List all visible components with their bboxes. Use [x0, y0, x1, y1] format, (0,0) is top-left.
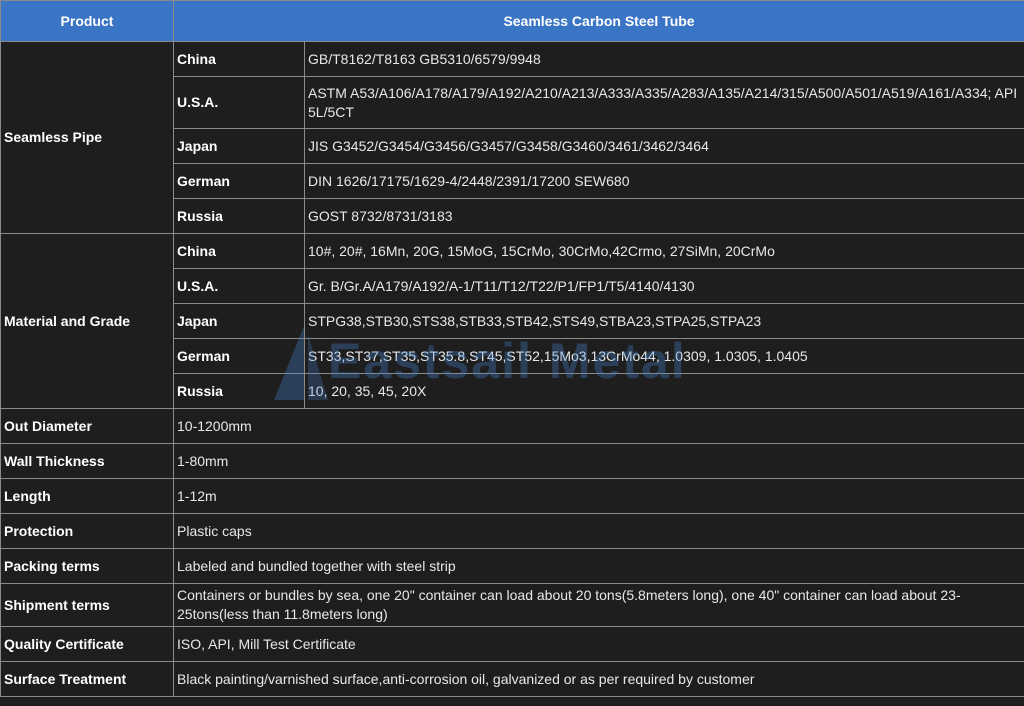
spec-value: Containers or bundles by sea, one 20" co… — [172, 583, 1024, 627]
table-row: Material and Grade China 10#, 20#, 16Mn,… — [0, 233, 1024, 409]
grade-value: Gr. B/Gr.A/A179/A192/A-1/T11/T12/T22/P1/… — [303, 268, 1024, 304]
table-row: Quality Certificate ISO, API, Mill Test … — [0, 626, 1024, 662]
country-label: German — [173, 163, 305, 199]
standard-value: GOST 8732/8731/3183 — [303, 198, 1024, 234]
spec-label: Protection — [0, 513, 174, 549]
grade-value: 10, 20, 35, 45, 20X — [303, 373, 1024, 409]
standard-value: DIN 1626/17175/1629-4/2448/2391/17200 SE… — [303, 163, 1024, 199]
standard-value: ASTM A53/A106/A178/A179/A192/A210/A213/A… — [303, 76, 1024, 129]
spec-value: Black painting/varnished surface,anti-co… — [172, 661, 1024, 697]
spec-label: Length — [0, 478, 174, 514]
table-row: Length 1-12m — [0, 478, 1024, 514]
country-label: China — [173, 233, 305, 269]
standard-value: GB/T8162/T8163 GB5310/6579/9948 — [303, 41, 1024, 77]
country-label: Japan — [173, 128, 305, 164]
table-row: Seamless Pipe China GB/T8162/T8163 GB531… — [0, 41, 1024, 234]
country-label: Russia — [173, 373, 305, 409]
country-label: Russia — [173, 198, 305, 234]
seamless-pipe-label: Seamless Pipe — [0, 41, 174, 234]
spec-label: Packing terms — [0, 548, 174, 584]
header-product: Product — [0, 0, 174, 42]
table-row: Shipment terms Containers or bundles by … — [0, 583, 1024, 627]
table-row: Packing terms Labeled and bundled togeth… — [0, 548, 1024, 584]
spec-table: Product Seamless Carbon Steel Tube Seaml… — [0, 0, 1024, 697]
header-row: Product Seamless Carbon Steel Tube — [0, 0, 1024, 42]
spec-value: 10-1200mm — [172, 408, 1024, 444]
country-label: U.S.A. — [173, 268, 305, 304]
table-row: Wall Thickness 1-80mm — [0, 443, 1024, 479]
spec-label: Surface Treatment — [0, 661, 174, 697]
spec-value: Labeled and bundled together with steel … — [172, 548, 1024, 584]
country-label: U.S.A. — [173, 76, 305, 129]
grade-value: 10#, 20#, 16Mn, 20G, 15MoG, 15CrMo, 30Cr… — [303, 233, 1024, 269]
grade-value: ST33,ST37,ST35,ST35.8,ST45,ST52,15Mo3,13… — [303, 338, 1024, 374]
table-row: Protection Plastic caps — [0, 513, 1024, 549]
table-row: Surface Treatment Black painting/varnish… — [0, 661, 1024, 697]
spec-value: Plastic caps — [172, 513, 1024, 549]
country-label: German — [173, 338, 305, 374]
standard-value: JIS G3452/G3454/G3456/G3457/G3458/G3460/… — [303, 128, 1024, 164]
spec-label: Quality Certificate — [0, 626, 174, 662]
country-label: Japan — [173, 303, 305, 339]
grade-value: STPG38,STB30,STS38,STB33,STB42,STS49,STB… — [303, 303, 1024, 339]
spec-label: Out Diameter — [0, 408, 174, 444]
spec-value: ISO, API, Mill Test Certificate — [172, 626, 1024, 662]
header-title: Seamless Carbon Steel Tube — [172, 0, 1024, 42]
spec-label: Wall Thickness — [0, 443, 174, 479]
country-label: China — [173, 41, 305, 77]
spec-value: 1-80mm — [172, 443, 1024, 479]
spec-value: 1-12m — [172, 478, 1024, 514]
table-row: Out Diameter 10-1200mm — [0, 408, 1024, 444]
spec-label: Shipment terms — [0, 583, 174, 627]
material-grade-label: Material and Grade — [0, 233, 174, 409]
